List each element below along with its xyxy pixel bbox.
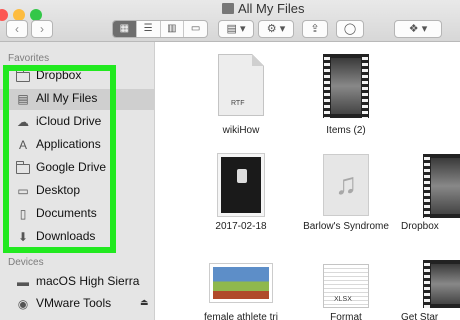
dropbox-icon: ❖ — [408, 23, 419, 35]
share-icon: ⇪ — [310, 23, 320, 35]
file-name: female athlete tri — [204, 312, 278, 320]
all-files-icon — [222, 3, 234, 14]
eject-icon[interactable]: ⏏ — [140, 297, 149, 308]
chevron-down-icon: ▾ — [279, 23, 286, 35]
spreadsheet-icon: XLSX — [323, 264, 369, 308]
edit-tags-button[interactable]: ◯ — [336, 20, 364, 38]
file-name: wikiHow — [222, 125, 260, 136]
cover-flow-view-button[interactable]: ▭ — [184, 21, 207, 37]
music-note-icon: ♫ — [323, 154, 369, 216]
file-name: 2017-02-18 — [215, 221, 267, 232]
view-mode-selector: ▦ ☰ ▥ ▭ — [112, 20, 208, 38]
sidebar-item-label: VMware Tools — [36, 296, 112, 310]
sidebar-item-vmware-tools[interactable]: ◉ VMware Tools ⏏ — [0, 294, 155, 315]
dropbox-button[interactable]: ❖ ▾ — [394, 20, 442, 38]
chevron-right-icon: › — [40, 22, 44, 36]
chevron-down-icon: ▾ — [421, 23, 428, 35]
window-toolbar: ‹ › ▦ ☰ ▥ ▭ All My Files ▤ ▾ ⚙ ▾ ⇪ ◯ ❖ ▾ — [0, 0, 460, 42]
arrange-button[interactable]: ▤ ▾ — [218, 20, 254, 38]
rtf-document-icon: RTF — [218, 54, 264, 116]
icon-view-button[interactable]: ▦ — [113, 21, 137, 37]
file-extension: XLSX — [334, 296, 352, 303]
back-button[interactable]: ‹ — [6, 20, 28, 38]
favorites-heading: Favorites — [8, 53, 50, 64]
chevron-down-icon: ▾ — [239, 23, 246, 35]
share-button[interactable]: ⇪ — [302, 20, 328, 38]
disk-icon: ◉ — [17, 297, 29, 311]
image-thumbnail — [210, 264, 272, 302]
tag-icon: ◯ — [343, 23, 357, 35]
file-name: Get Star — [401, 312, 439, 320]
file-extension: RTF — [231, 100, 245, 107]
sidebar-item-macos-high-sierra[interactable]: ▬ macOS High Sierra — [0, 272, 155, 293]
close-window-button[interactable] — [0, 9, 8, 21]
forward-button[interactable]: › — [31, 20, 53, 38]
movie-icon — [323, 54, 369, 118]
highlight-box — [3, 65, 116, 253]
movie-icon — [423, 260, 460, 308]
file-name: Dropbox — [401, 221, 439, 232]
sidebar-item-label: macOS High Sierra — [36, 274, 140, 288]
movie-icon — [423, 154, 460, 218]
list-view-button[interactable]: ☰ — [137, 21, 161, 37]
file-grid: RTF wikiHow Items (2) 2017-02-18 ♫ Barlo… — [156, 42, 460, 320]
chevron-left-icon: ‹ — [15, 22, 19, 36]
arrange-icon: ▤ — [226, 23, 237, 35]
file-name: Format — [330, 312, 362, 320]
window-title-text: All My Files — [238, 1, 305, 16]
photo-thumbnail — [218, 154, 264, 216]
file-name: Items (2) — [326, 125, 366, 136]
column-view-button[interactable]: ▥ — [161, 21, 185, 37]
gear-icon: ⚙ — [266, 23, 277, 35]
action-button[interactable]: ⚙ ▾ — [258, 20, 294, 38]
window-title: All My Files — [222, 1, 304, 16]
hard-drive-icon: ▬ — [17, 275, 29, 289]
sidebar: Favorites Dropbox ▤ All My Files ☁ iClou… — [0, 42, 155, 320]
devices-heading: Devices — [8, 257, 44, 268]
file-name: Barlow's Syndrome — [303, 221, 389, 232]
